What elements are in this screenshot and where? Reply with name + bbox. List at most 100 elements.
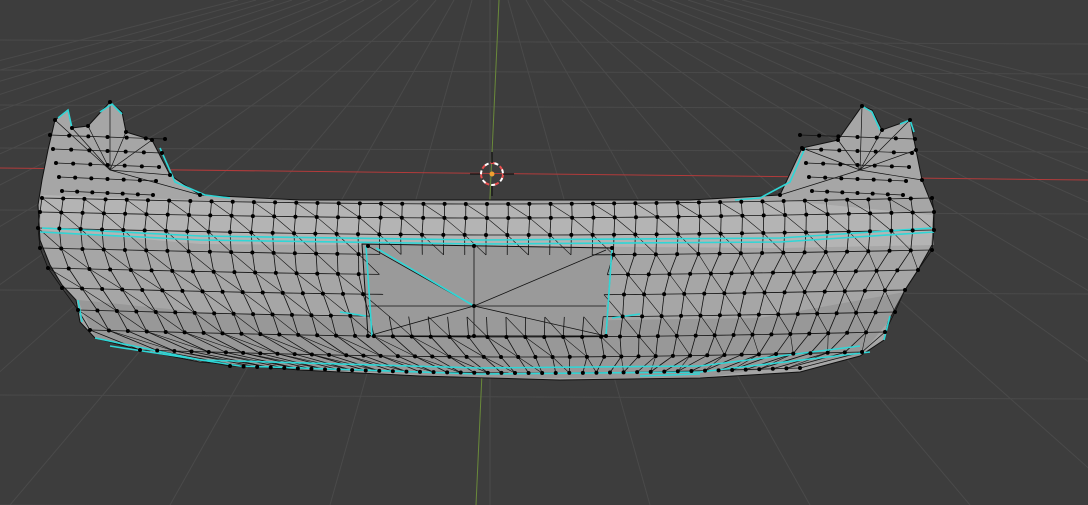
mesh-vertex[interactable] (679, 313, 684, 318)
mesh-vertex[interactable] (717, 313, 722, 318)
mesh-vertex[interactable] (760, 199, 765, 204)
mesh-vertex[interactable] (887, 248, 892, 253)
mesh-vertex[interactable] (798, 366, 802, 370)
mesh-vertex[interactable] (771, 270, 775, 275)
mesh-vertex[interactable] (228, 364, 232, 368)
mesh-vertex[interactable] (756, 352, 761, 357)
mesh-vertex[interactable] (567, 370, 572, 375)
mesh-vertex[interactable] (824, 198, 829, 203)
mesh-vertex[interactable] (366, 244, 370, 248)
mesh-vertex[interactable] (712, 333, 717, 338)
mesh-vertex[interactable] (48, 133, 52, 137)
mesh-vertex[interactable] (143, 136, 148, 141)
mesh-vertex[interactable] (445, 370, 450, 375)
mesh-vertex[interactable] (200, 289, 205, 294)
mesh-vertex[interactable] (708, 271, 713, 276)
mesh-vertex[interactable] (688, 271, 693, 276)
mesh-vertex[interactable] (100, 227, 104, 232)
mesh-vertex[interactable] (220, 289, 225, 294)
mesh-vertex[interactable] (361, 353, 366, 358)
mesh-vertex[interactable] (87, 266, 92, 271)
mesh-vertex[interactable] (292, 231, 296, 236)
mesh-vertex[interactable] (880, 128, 884, 132)
mesh-vertex[interactable] (378, 353, 383, 358)
mesh-vertex[interactable] (527, 201, 532, 206)
mesh-vertex[interactable] (86, 124, 90, 128)
mesh-vertex[interactable] (398, 232, 403, 237)
mesh-vertex[interactable] (69, 147, 74, 152)
mesh-vertex[interactable] (101, 247, 106, 252)
mesh-vertex[interactable] (499, 370, 504, 375)
mesh-vertex[interactable] (124, 197, 129, 202)
mesh-vertex[interactable] (882, 288, 887, 293)
mesh-vertex[interactable] (151, 193, 155, 197)
mesh-vertex[interactable] (569, 232, 574, 237)
mesh-vertex[interactable] (105, 191, 110, 195)
mesh-vertex[interactable] (198, 193, 202, 197)
mesh-vertex[interactable] (366, 334, 370, 338)
mesh-vertex[interactable] (160, 288, 165, 293)
mesh-vertex[interactable] (868, 229, 872, 234)
mesh-vertex[interactable] (356, 232, 360, 237)
mesh-vertex[interactable] (667, 272, 672, 277)
mesh-vertex[interactable] (334, 333, 339, 338)
mesh-vertex[interactable] (348, 313, 353, 318)
mesh-vertex[interactable] (138, 348, 142, 352)
mesh-vertex[interactable] (626, 272, 630, 277)
mesh-vertex[interactable] (795, 311, 800, 316)
viewport-canvas[interactable] (0, 0, 1088, 505)
mesh-vertex[interactable] (553, 370, 558, 375)
mesh-vertex[interactable] (737, 312, 742, 317)
mesh-vertex[interactable] (353, 333, 357, 338)
mesh-vertex[interactable] (270, 312, 275, 317)
mesh-vertex[interactable] (57, 226, 62, 231)
mesh-vertex[interactable] (887, 178, 892, 183)
mesh-vertex[interactable] (180, 288, 185, 293)
mesh-vertex[interactable] (250, 214, 255, 219)
mesh-vertex[interactable] (328, 313, 333, 318)
mesh-vertex[interactable] (105, 149, 110, 153)
mesh-vertex[interactable] (729, 271, 734, 276)
mesh-vertex[interactable] (390, 369, 395, 374)
mesh-vertex[interactable] (120, 287, 125, 292)
mesh-vertex[interactable] (46, 266, 50, 270)
mesh-vertex[interactable] (466, 334, 471, 339)
mesh-vertex[interactable] (722, 291, 727, 296)
mesh-vertex[interactable] (164, 228, 168, 233)
mesh-vertex[interactable] (239, 331, 244, 336)
mesh-vertex[interactable] (211, 269, 216, 274)
mesh-vertex[interactable] (561, 334, 566, 339)
mesh-vertex[interactable] (688, 353, 693, 358)
mesh-vertex[interactable] (463, 201, 468, 206)
mesh-vertex[interactable] (674, 333, 679, 338)
mesh-vertex[interactable] (807, 331, 812, 336)
mesh-vertex[interactable] (932, 228, 936, 232)
mesh-vertex[interactable] (874, 135, 879, 140)
mesh-vertex[interactable] (421, 215, 426, 220)
mesh-vertex[interactable] (778, 193, 782, 197)
mesh-vertex[interactable] (636, 354, 641, 359)
mesh-vertex[interactable] (413, 354, 418, 359)
mesh-vertex[interactable] (846, 211, 851, 216)
mesh-vertex[interactable] (808, 351, 813, 356)
mesh-vertex[interactable] (155, 348, 160, 353)
mesh-vertex[interactable] (743, 367, 748, 372)
mesh-vertex[interactable] (165, 212, 170, 217)
mesh-vertex[interactable] (255, 364, 260, 369)
mesh-vertex[interactable] (409, 334, 414, 339)
mesh-vertex[interactable] (108, 267, 113, 272)
mesh-vertex[interactable] (249, 230, 254, 235)
mesh-vertex[interactable] (356, 252, 361, 257)
mesh-vertex[interactable] (144, 212, 149, 217)
mesh-vertex[interactable] (612, 201, 617, 206)
mesh-vertex[interactable] (846, 229, 851, 234)
mesh-vertex[interactable] (810, 189, 814, 193)
mesh-vertex[interactable] (635, 370, 640, 375)
mesh-vertex[interactable] (395, 354, 400, 359)
mesh-vertex[interactable] (336, 215, 340, 220)
mesh-vertex[interactable] (855, 191, 860, 195)
mesh-vertex[interactable] (292, 352, 297, 357)
mesh-vertex[interactable] (260, 290, 265, 295)
mesh-vertex[interactable] (462, 232, 467, 237)
mesh-vertex[interactable] (815, 311, 820, 316)
